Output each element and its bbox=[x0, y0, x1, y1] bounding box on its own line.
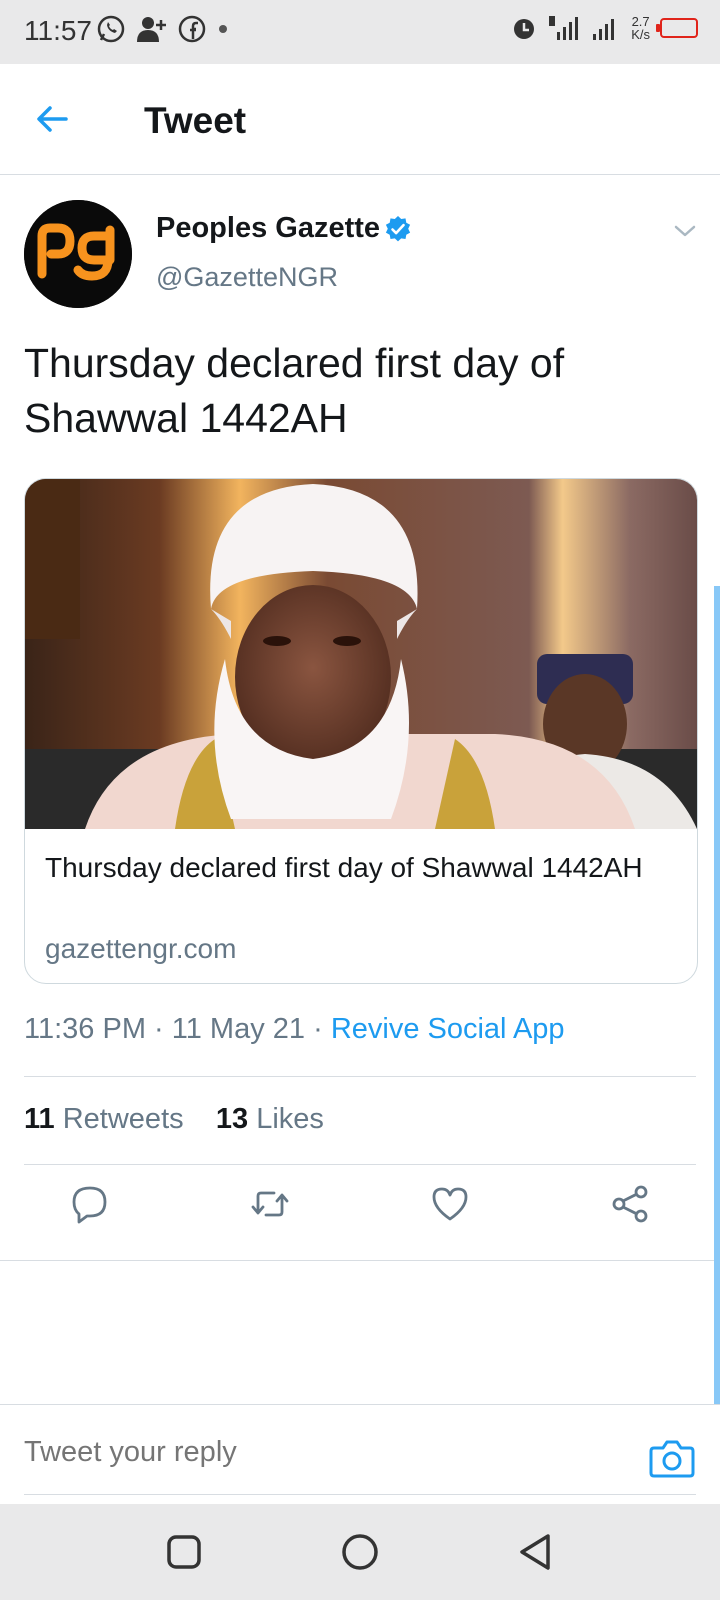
divider bbox=[24, 1076, 696, 1077]
share-icon[interactable] bbox=[608, 1182, 652, 1226]
author-handle[interactable]: @GazetteNGR bbox=[156, 262, 338, 293]
likes-count: 13 bbox=[215, 1103, 249, 1135]
retweets-stat[interactable]: 11 Retweets bbox=[24, 1103, 184, 1135]
divider bbox=[24, 1164, 696, 1165]
peoples-gazette-logo bbox=[24, 200, 132, 308]
chevron-down-icon[interactable] bbox=[672, 218, 698, 244]
card-image bbox=[25, 479, 697, 829]
likes-label: Likes bbox=[256, 1103, 324, 1135]
avatar[interactable] bbox=[24, 200, 132, 308]
app-header: Tweet bbox=[0, 64, 720, 175]
link-card[interactable]: Thursday declared first day of Shawwal 1… bbox=[24, 478, 698, 984]
reply-input[interactable] bbox=[24, 1436, 584, 1469]
speed-unit: K/s bbox=[631, 27, 650, 42]
signal-icon bbox=[593, 19, 615, 40]
divider bbox=[0, 1260, 720, 1261]
card-title: Thursday declared first day of Shawwal 1… bbox=[45, 852, 643, 883]
retweets-count: 11 bbox=[24, 1103, 55, 1135]
navigation-bar bbox=[0, 1504, 720, 1600]
tweet-date: 11 May 21 bbox=[171, 1013, 306, 1045]
battery-icon bbox=[656, 18, 698, 38]
meta-separator: · bbox=[305, 1013, 331, 1045]
network-speed: 2.7 K/s bbox=[631, 15, 650, 41]
likes-stat[interactable]: 13 Likes bbox=[216, 1103, 324, 1135]
tweet-meta: 11:36 PM · 11 May 21 · Revive Social App bbox=[24, 1013, 565, 1046]
camera-icon[interactable] bbox=[648, 1436, 696, 1480]
meta-separator: · bbox=[145, 1013, 172, 1045]
alarm-icon bbox=[514, 19, 535, 39]
reply-icon[interactable] bbox=[68, 1182, 112, 1226]
retweet-icon[interactable] bbox=[248, 1182, 292, 1226]
tweet-stats: 11 Retweets 13 Likes bbox=[24, 1103, 324, 1136]
retweets-label: Retweets bbox=[62, 1103, 184, 1135]
verified-badge-icon bbox=[385, 216, 411, 242]
notification-icons bbox=[96, 14, 230, 44]
add-contact-icon bbox=[137, 17, 166, 42]
source-app-link[interactable]: Revive Social App bbox=[331, 1013, 565, 1045]
back-arrow-icon[interactable] bbox=[30, 97, 74, 141]
signal-3g-icon bbox=[549, 16, 579, 40]
home-icon[interactable] bbox=[338, 1530, 382, 1574]
dot-icon bbox=[219, 25, 227, 33]
status-time: 11:57 bbox=[24, 15, 92, 46]
author-name[interactable]: Peoples Gazette bbox=[156, 212, 380, 245]
facebook-icon bbox=[178, 15, 206, 43]
recent-apps-icon[interactable] bbox=[162, 1530, 206, 1574]
tweet-actions bbox=[0, 1170, 720, 1250]
reply-underline bbox=[24, 1494, 696, 1495]
page-title: Tweet bbox=[144, 100, 247, 141]
tweet-time: 11:36 PM bbox=[24, 1013, 146, 1045]
scrollbar[interactable] bbox=[714, 586, 720, 1404]
like-heart-icon[interactable] bbox=[428, 1182, 472, 1226]
back-triangle-icon[interactable] bbox=[514, 1530, 558, 1574]
status-bar: 11:57 2.7 K/s bbox=[0, 0, 720, 64]
tweet-text: Thursday declared first day of Shawwal 1… bbox=[24, 340, 565, 441]
system-icons: 2.7 K/s bbox=[511, 14, 698, 42]
whatsapp-icon bbox=[97, 15, 125, 43]
card-domain: gazettengr.com bbox=[45, 933, 237, 964]
